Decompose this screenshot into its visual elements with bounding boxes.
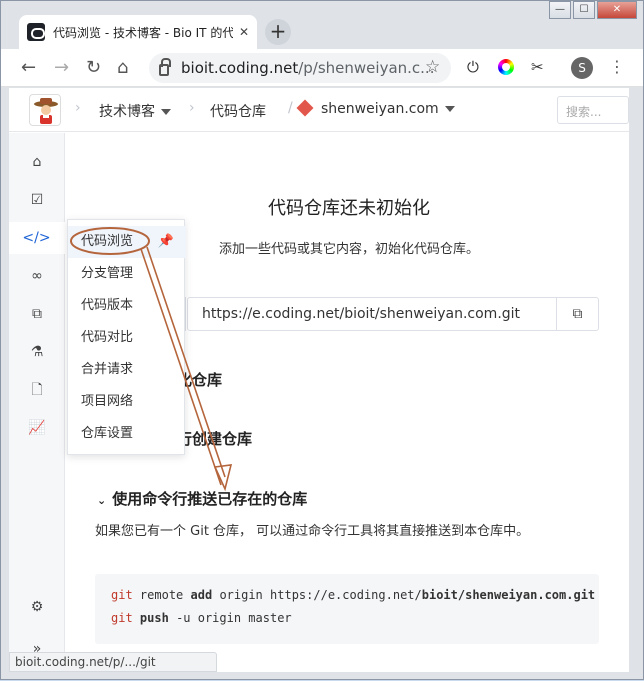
color-extension-icon[interactable] [498,59,514,75]
power-extension-icon[interactable]: ⏻ [467,58,479,76]
clone-url-text: https://e.coding.net/bioit/shenweiyan.co… [202,306,521,322]
lock-icon [159,58,171,76]
breadcrumb-section[interactable]: 代码仓库 [210,101,266,121]
code-line: git push -u origin master [111,611,583,634]
menu-item-label: 代码浏览 [81,234,134,249]
minimize-button[interactable]: — [549,1,571,19]
back-icon[interactable]: ← [21,57,36,78]
url-text: bioit.coding.net/p/shenweiyan.c... [181,59,434,77]
sidebar-docs-icon[interactable]: 🗋 [9,374,65,406]
reload-icon[interactable]: ↻ [86,57,101,78]
project-label: 技术博客 [99,104,155,120]
browser-tab[interactable]: 代码浏览 - 技术博客 - Bio IT 的代码 ✕ [19,15,257,49]
code-token: push [139,611,169,625]
breadcrumb-separator: › [189,100,195,116]
profile-avatar[interactable]: S [571,57,593,79]
url-path: /p/shenweiyan.c... [298,59,435,77]
app-topbar: › 技术博客 › 代码仓库 / shenweiyan.com 搜索... [9,88,629,132]
sidebar-test-icon[interactable]: ⚗ [9,336,65,368]
breadcrumb-slash: / [288,100,293,116]
menu-item-merge-requests[interactable]: 合并请求 [68,354,186,386]
web-page: › 技术博客 › 代码仓库 / shenweiyan.com 搜索... ⌂ ☑… [9,88,629,672]
browser-window: — ☐ ✕ 代码浏览 - 技术博客 - Bio IT 的代码 ✕ + ← → ↻… [0,0,644,680]
new-tab-button[interactable]: + [265,19,291,45]
close-window-button[interactable]: ✕ [597,1,637,19]
tab-title: 代码浏览 - 技术博客 - Bio IT 的代码 [53,25,233,40]
menu-item-compare[interactable]: 代码对比 [68,322,186,354]
cowboy-avatar-icon [34,98,58,124]
maximize-button[interactable]: ☐ [573,1,595,19]
sidebar-code-icon[interactable]: </> [9,222,65,254]
code-submenu: 代码浏览 📌 分支管理 代码版本 代码对比 合并请求 项目网络 仓库设置 [67,219,186,455]
section-push-heading[interactable]: ⌄ 使用命令行推送已存在的仓库 [97,488,307,509]
code-block: git remote add origin https://e.coding.n… [95,574,599,644]
home-icon[interactable]: ⌂ [117,57,128,78]
status-bar-url: bioit.coding.net/p/.../git [9,652,217,672]
code-token: remote [139,588,184,602]
scissors-extension-icon[interactable]: ✂ [531,58,544,76]
sidebar-artifacts-icon[interactable]: ⧉ [9,298,65,330]
code-token: origin [219,588,263,602]
search-input[interactable]: 搜索... [557,96,629,124]
copy-icon[interactable]: ⧉ [556,298,598,330]
menu-item-browse[interactable]: 代码浏览 📌 [68,226,186,258]
browser-toolbar: ← → ↻ ⌂ bioit.coding.net/p/shenweiyan.c.… [1,49,643,87]
window-controls: — ☐ ✕ [547,1,637,19]
repo-label: shenweiyan.com [321,101,439,117]
section-create-heading[interactable]: 行创建仓库 [177,428,252,449]
menu-item-versions[interactable]: 代码版本 [68,290,186,322]
section-push-description: 如果您已有一个 Git 仓库， 可以通过命令行工具将其直接推送到本仓库中。 [95,524,530,539]
code-token: bioit/shenweiyan.com.git [421,588,596,602]
page-subtitle: 添加一些代码或其它内容，初始化代码仓库。 [218,242,479,257]
project-sidebar: ⌂ ☑ </> ∞ ⧉ ⚗ 🗋 📈 ⚙ » [9,133,65,672]
forward-icon[interactable]: → [54,57,69,78]
sidebar-home-icon[interactable]: ⌂ [9,146,65,178]
menu-item-settings[interactable]: 仓库设置 [68,418,186,450]
code-token: https://e.coding.net/ [270,588,422,602]
git-repo-icon [296,99,314,117]
breadcrumb-separator: › [75,100,81,116]
code-line: git remote add origin https://e.coding.n… [111,588,595,611]
pin-icon[interactable]: 📌 [158,226,174,258]
section-push-title: 使用命令行推送已存在的仓库 [112,490,308,508]
code-token: git [111,588,133,602]
bookmark-star-icon[interactable]: ☆ [425,57,440,77]
breadcrumb-project[interactable]: 技术博客 [99,101,171,121]
menu-item-network[interactable]: 项目网络 [68,386,186,418]
clone-url-field[interactable]: https://e.coding.net/bioit/shenweiyan.co… [187,297,599,331]
tab-close-icon[interactable]: ✕ [239,25,249,39]
sidebar-settings-icon[interactable]: ⚙ [9,599,65,615]
chevron-down-icon: ⌄ [97,494,107,507]
sidebar-stats-icon[interactable]: 📈 [9,412,65,444]
user-avatar[interactable] [29,94,61,126]
coding-favicon-icon [27,23,45,41]
menu-kebab-icon[interactable]: ⋮ [609,57,625,76]
url-host: bioit.coding.net [181,59,299,77]
breadcrumb-repo[interactable]: shenweiyan.com [296,99,455,117]
sidebar-ci-icon[interactable]: ∞ [9,260,65,292]
chevron-down-icon [161,109,171,115]
chevron-down-icon [444,106,455,112]
code-token: add [190,588,213,602]
menu-item-branches[interactable]: 分支管理 [68,258,186,290]
address-bar[interactable]: bioit.coding.net/p/shenweiyan.c... [149,53,451,83]
code-token: -u origin master [176,611,292,625]
code-token: git [111,611,133,625]
page-title: 代码仓库还未初始化 [268,198,430,219]
sidebar-tasks-icon[interactable]: ☑ [9,184,65,216]
